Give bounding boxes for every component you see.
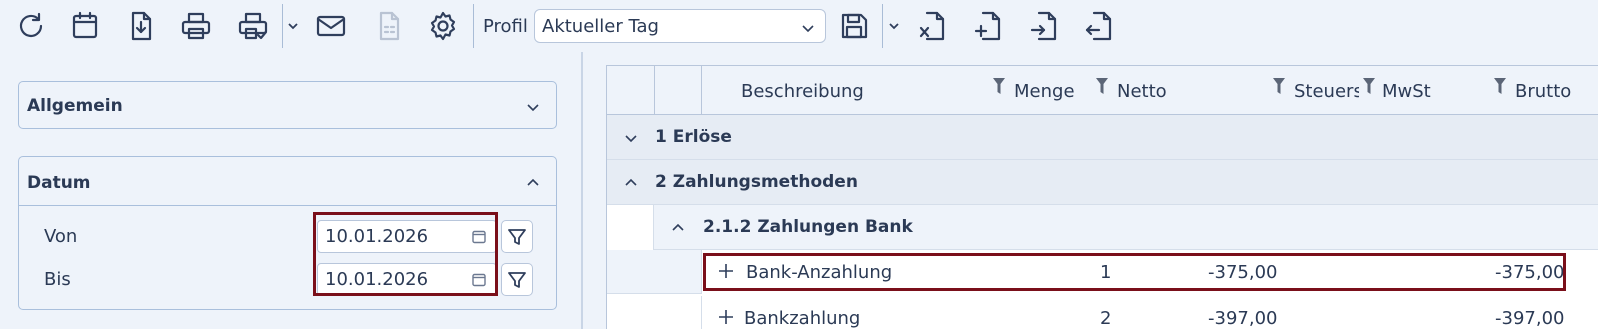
bis-date-input[interactable]: 10.01.2026 (317, 263, 497, 296)
toolbar-divider (882, 4, 883, 48)
print-settings-icon[interactable] (235, 7, 271, 45)
refresh-icon[interactable] (13, 7, 49, 45)
cell-net: -375,00 (1208, 262, 1278, 283)
bis-date-value: 10.01.2026 (325, 269, 429, 290)
file-download-icon[interactable] (123, 7, 159, 45)
column-filter-icon[interactable] (1273, 78, 1285, 94)
column-filter-icon[interactable] (1096, 78, 1108, 94)
grid-header: Beschreibung Menge Netto Steuers MwSt Br… (607, 66, 1598, 115)
filter-icon (508, 271, 526, 288)
indent-cell (607, 205, 654, 250)
toolbar: Profil Aktueller Tag (0, 0, 1598, 52)
cell-description: Bankzahlung (744, 308, 861, 329)
file-add-icon[interactable] (971, 7, 1007, 45)
chevron-up-icon[interactable] (670, 220, 686, 236)
column-header-brutto[interactable]: Brutto (1515, 81, 1571, 102)
section-divider (19, 205, 556, 206)
panel-splitter[interactable] (581, 52, 583, 329)
print-icon[interactable] (178, 7, 214, 45)
header-divider (654, 66, 655, 115)
expand-plus-icon[interactable] (718, 309, 734, 325)
save-dropdown-chevron-icon[interactable] (887, 16, 901, 36)
row-indent (607, 250, 702, 294)
chevron-down-icon (801, 19, 815, 33)
calendar-icon[interactable] (471, 229, 487, 245)
column-header-mwst[interactable]: MwSt (1382, 81, 1431, 102)
row-indent (607, 296, 702, 329)
group-title: 2 Zahlungsmethoden (655, 172, 858, 192)
column-filter-icon[interactable] (1494, 78, 1506, 94)
export-excel-icon[interactable] (915, 7, 951, 45)
von-filter-button[interactable] (501, 220, 533, 253)
chevron-down-icon[interactable] (623, 130, 639, 146)
cell-quantity: 2 (1100, 308, 1112, 329)
cell-gross: -397,00 (1495, 308, 1565, 329)
table-row[interactable]: Bank-Anzahlung 1 -375,00 -375,00 (607, 250, 1598, 294)
section-allgemein-title: Allgemein (27, 96, 123, 116)
cell-net: -397,00 (1208, 308, 1278, 329)
section-datum: Datum Von 10.01.2026 Bis 10.01.2026 (18, 156, 557, 310)
chevron-up-icon[interactable] (526, 175, 540, 189)
file-export-icon[interactable] (1082, 7, 1118, 45)
von-date-input[interactable]: 10.01.2026 (317, 220, 497, 253)
profil-label: Profil (483, 16, 528, 37)
von-label: Von (44, 226, 78, 247)
calendar-icon[interactable] (471, 272, 487, 288)
data-grid: Beschreibung Menge Netto Steuers MwSt Br… (606, 65, 1598, 329)
filter-panel: Allgemein Datum Von 10.01.2026 Bis 10.01… (0, 52, 581, 329)
profil-select[interactable]: Aktueller Tag (534, 9, 826, 43)
profil-select-value: Aktueller Tag (542, 15, 659, 37)
column-header-beschreibung[interactable]: Beschreibung (741, 81, 864, 102)
table-row[interactable]: Bankzahlung 2 -397,00 -397,00 (607, 296, 1598, 329)
group-row[interactable]: 1 Erlöse (607, 115, 1598, 160)
calendar-icon[interactable] (67, 7, 103, 45)
group-title: 2.1.2 Zahlungen Bank (703, 217, 913, 237)
column-header-menge[interactable]: Menge (1014, 81, 1075, 102)
filter-icon (508, 228, 526, 245)
section-allgemein[interactable]: Allgemein (18, 81, 557, 129)
cell-gross: -375,00 (1495, 262, 1565, 283)
bis-label: Bis (44, 269, 71, 290)
document-disabled-icon (371, 7, 407, 45)
column-filter-icon[interactable] (993, 78, 1005, 94)
chevron-up-icon[interactable] (623, 175, 639, 191)
print-dropdown-chevron-icon[interactable] (286, 16, 300, 36)
gear-icon[interactable] (425, 7, 461, 45)
section-datum-title: Datum (27, 173, 91, 193)
cell-quantity: 1 (1100, 262, 1112, 283)
von-date-value: 10.01.2026 (325, 226, 429, 247)
mail-icon[interactable] (313, 7, 349, 45)
group-row[interactable]: 2 Zahlungsmethoden (607, 160, 1598, 205)
bis-filter-button[interactable] (501, 263, 533, 296)
toolbar-divider (473, 4, 474, 48)
group-title: 1 Erlöse (655, 127, 732, 147)
header-divider (701, 66, 702, 115)
cell-description: Bank-Anzahlung (746, 262, 893, 283)
subgroup-row[interactable]: 2.1.2 Zahlungen Bank (654, 205, 1598, 250)
chevron-down-icon[interactable] (526, 99, 540, 113)
file-import-icon[interactable] (1027, 7, 1063, 45)
column-header-steuers[interactable]: Steuers (1294, 81, 1359, 102)
expand-plus-icon[interactable] (718, 263, 734, 279)
column-header-netto[interactable]: Netto (1117, 81, 1167, 102)
toolbar-divider (282, 4, 283, 48)
column-filter-icon[interactable] (1363, 78, 1375, 94)
save-icon[interactable] (836, 7, 872, 45)
